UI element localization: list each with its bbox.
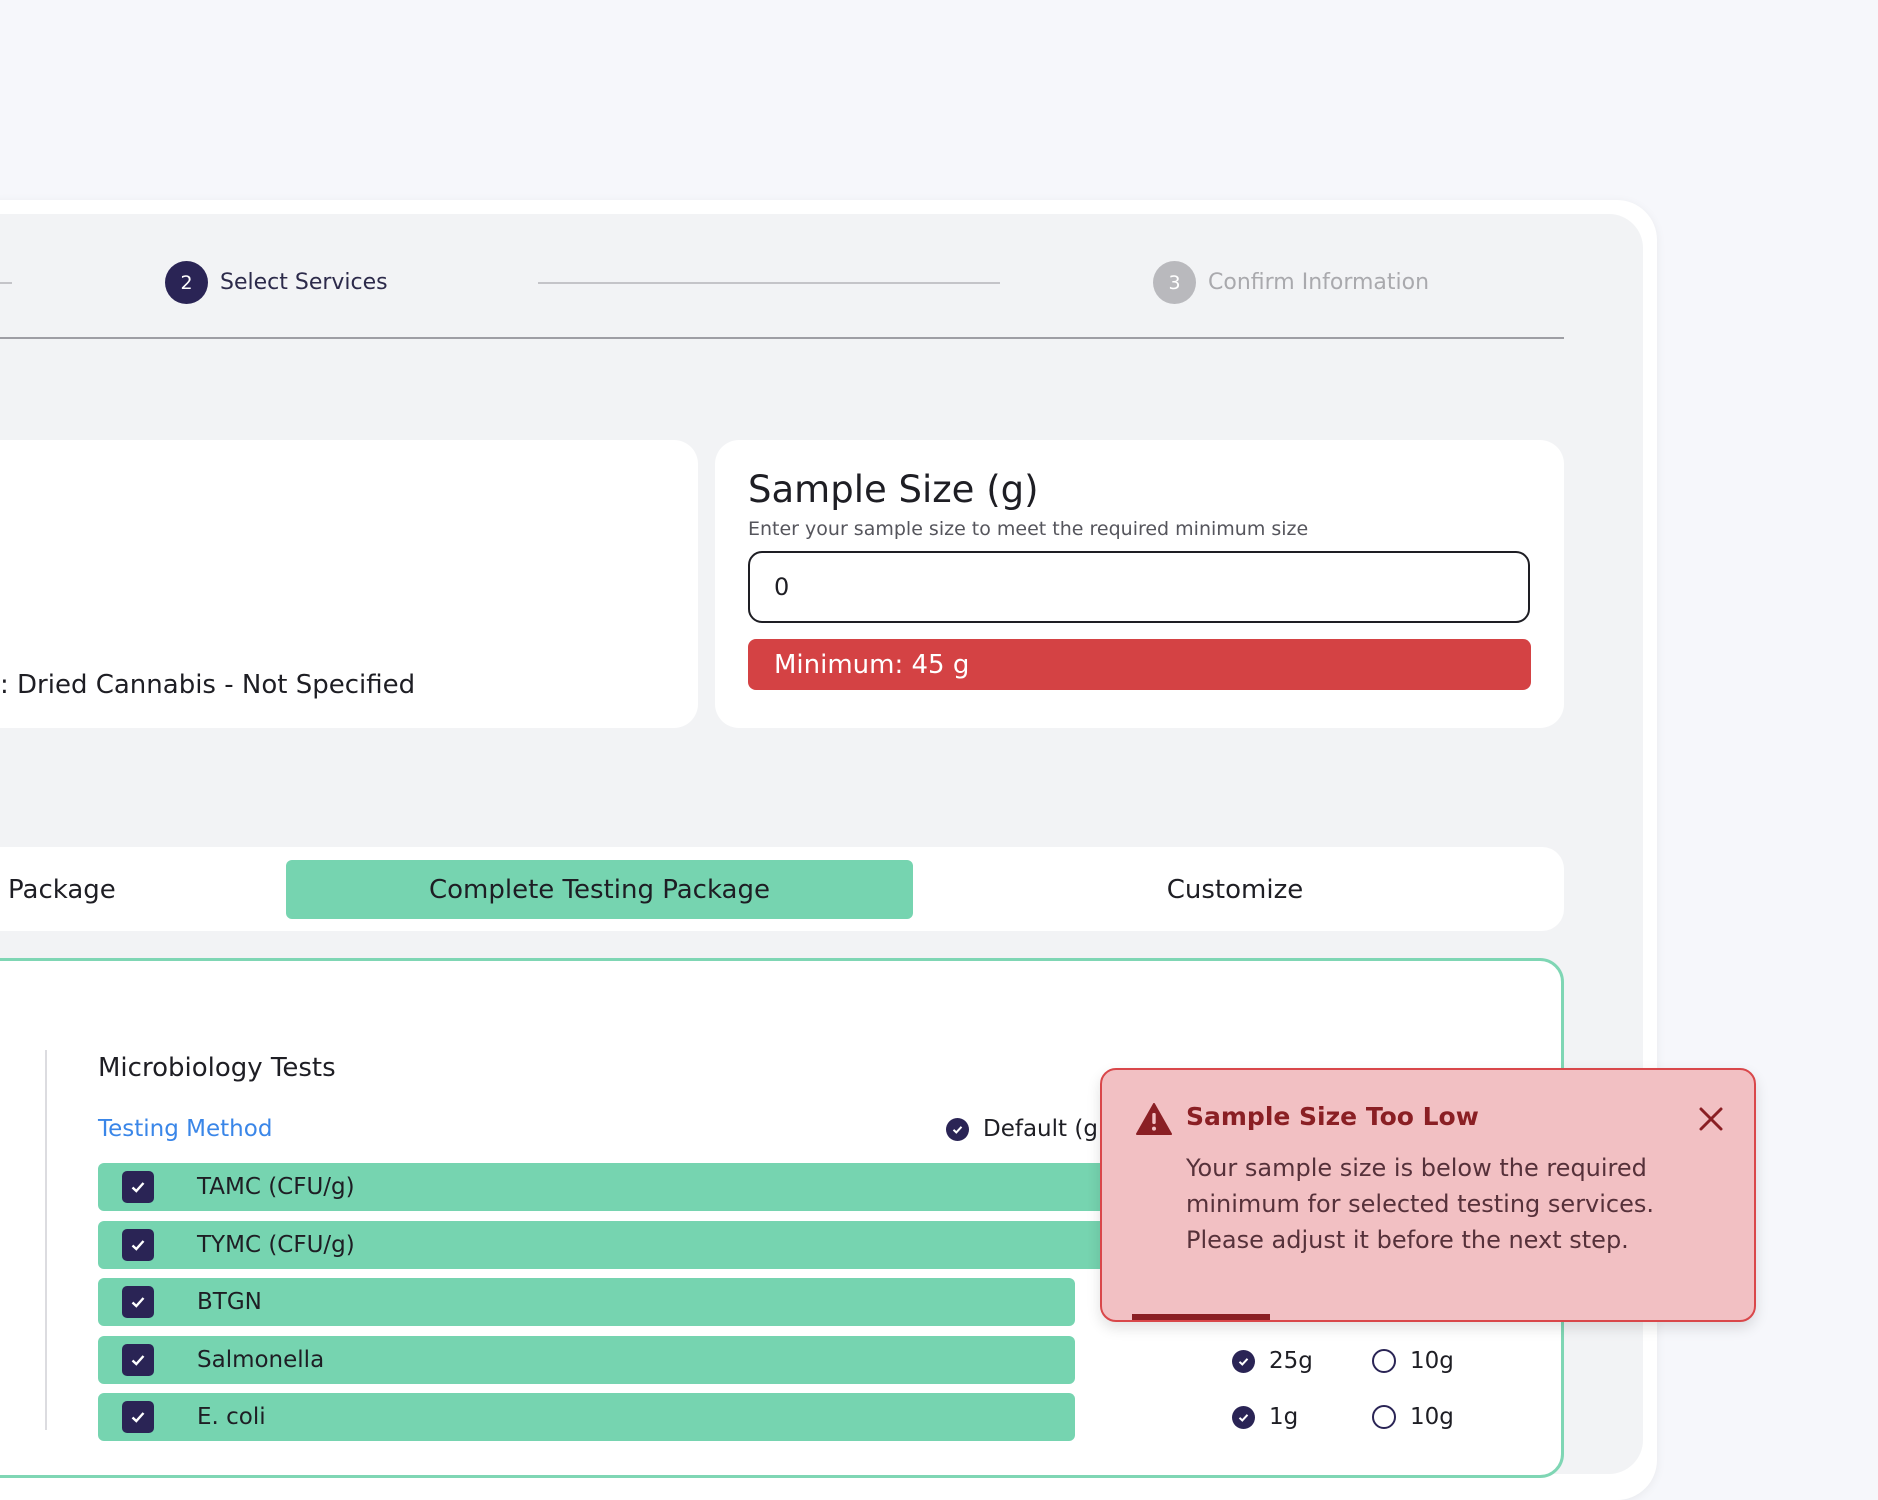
radio-checked-icon: [1232, 1349, 1255, 1373]
testing-method-link[interactable]: Testing Method: [98, 1116, 272, 1142]
checkbox-checked-icon[interactable]: [122, 1401, 154, 1433]
test-row-tymc[interactable]: TYMC (CFU/g): [98, 1221, 1178, 1269]
checkbox-checked-icon[interactable]: [122, 1344, 154, 1376]
test-label: TYMC (CFU/g): [197, 1232, 355, 1258]
radio-unchecked-icon: [1372, 1405, 1396, 1429]
section-divider: [45, 1050, 47, 1430]
error-toast: Sample Size Too Low Your sample size is …: [1100, 1068, 1756, 1322]
step-label: Select Services: [220, 270, 388, 295]
ecoli-options: 1g 10g: [1232, 1404, 1512, 1430]
stepper-connector: [538, 282, 1000, 284]
option-1g[interactable]: 1g: [1232, 1404, 1372, 1430]
close-icon[interactable]: [1696, 1104, 1726, 1134]
stepper-connector: [0, 282, 12, 284]
step-number: 2: [165, 261, 208, 304]
tab-package[interactable]: Package: [0, 860, 138, 919]
tab-complete-testing-package[interactable]: Complete Testing Package: [286, 860, 913, 919]
stepper-divider: [0, 337, 1564, 339]
minimum-size-alert: Minimum: 45 g: [748, 639, 1531, 690]
default-option[interactable]: Default (g: [946, 1116, 1098, 1142]
microbiology-tests-title: Microbiology Tests: [98, 1053, 336, 1083]
test-row-salmonella[interactable]: Salmonella: [98, 1336, 1075, 1384]
toast-progress-bar: [1132, 1314, 1270, 1320]
warning-icon: [1136, 1103, 1172, 1139]
sample-size-input[interactable]: [748, 551, 1530, 623]
default-option-label: Default (g: [983, 1116, 1098, 1142]
radio-unchecked-icon: [1372, 1349, 1396, 1373]
option-10g[interactable]: 10g: [1372, 1404, 1512, 1430]
sample-size-title: Sample Size (g): [748, 468, 1039, 511]
minimum-size-label: Minimum: 45 g: [774, 649, 970, 680]
toast-message: Your sample size is below the required m…: [1186, 1154, 1655, 1254]
test-row-tamc[interactable]: TAMC (CFU/g): [98, 1163, 1178, 1211]
checkbox-checked-icon[interactable]: [122, 1286, 154, 1318]
sample-size-subtitle: Enter your sample size to meet the requi…: [748, 518, 1309, 540]
step-confirm-information[interactable]: 3 Confirm Information: [1153, 261, 1429, 304]
test-label: TAMC (CFU/g): [197, 1174, 355, 1200]
tab-customize[interactable]: Customize: [1060, 860, 1410, 919]
test-label: Salmonella: [197, 1347, 325, 1373]
test-row-ecoli[interactable]: E. coli: [98, 1393, 1075, 1441]
option-label: 10g: [1410, 1348, 1454, 1374]
toast-title: Sample Size Too Low: [1186, 1102, 1479, 1131]
option-label: 1g: [1269, 1404, 1299, 1430]
step-select-services[interactable]: 2 Select Services: [165, 261, 388, 304]
step-label: Confirm Information: [1208, 270, 1430, 295]
salmonella-options: 25g 10g: [1232, 1348, 1512, 1374]
material-type-text: : Dried Cannabis - Not Specified: [0, 670, 416, 700]
checkbox-checked-icon[interactable]: [122, 1229, 154, 1261]
test-label: BTGN: [197, 1289, 262, 1315]
test-label: E. coli: [197, 1404, 266, 1430]
step-number: 3: [1153, 261, 1196, 304]
radio-checked-icon: [946, 1117, 969, 1141]
radio-checked-icon: [1232, 1405, 1255, 1429]
option-10g[interactable]: 10g: [1372, 1348, 1512, 1374]
checkbox-checked-icon[interactable]: [122, 1171, 154, 1203]
option-25g[interactable]: 25g: [1232, 1348, 1372, 1374]
option-label: 25g: [1269, 1348, 1313, 1374]
test-row-btgn[interactable]: BTGN: [98, 1278, 1075, 1326]
option-label: 10g: [1410, 1404, 1454, 1430]
